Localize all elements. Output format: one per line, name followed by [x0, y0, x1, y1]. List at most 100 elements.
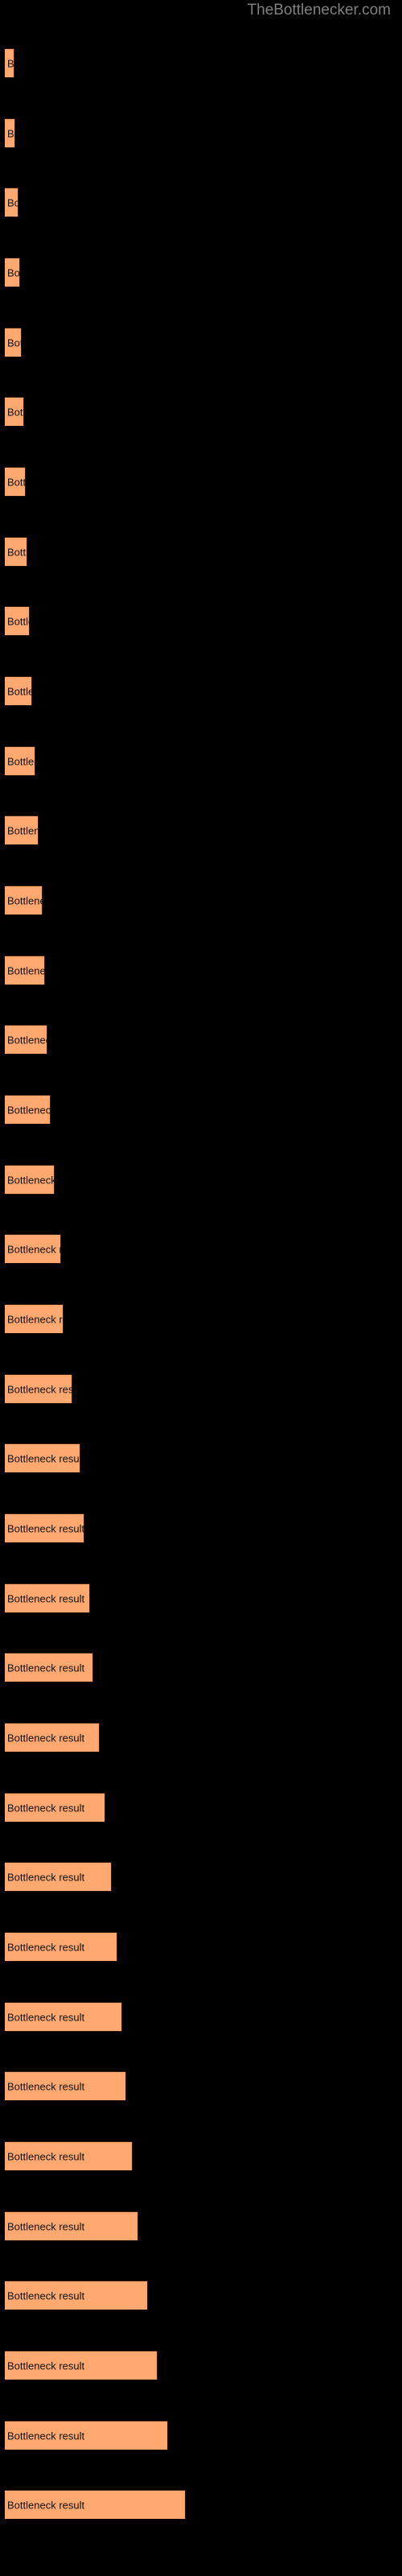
- chart-bar[interactable]: Bottleneck result: [5, 746, 35, 776]
- bar-label: Bottleneck result: [7, 1313, 64, 1325]
- chart-bar[interactable]: Bottleneck result: [5, 2071, 126, 2101]
- chart-bar[interactable]: Bottleneck result: [5, 118, 15, 148]
- bar-clip: Bottleneck result: [5, 2002, 122, 2032]
- bar-label: Bottleneck result: [7, 2080, 85, 2092]
- bar-label: Bottleneck result: [7, 1662, 85, 1674]
- bar-clip: Bottleneck result: [5, 1583, 90, 1613]
- bar-row: Bottleneck result: [0, 676, 402, 707]
- chart-bar[interactable]: Bottleneck result: [5, 1165, 55, 1195]
- bar-label: Bottleneck result: [7, 336, 22, 349]
- chart-bar[interactable]: Bottleneck result: [5, 1583, 90, 1613]
- chart-bar[interactable]: Bottleneck result: [5, 1025, 47, 1055]
- bar-clip: Bottleneck result: [5, 2281, 148, 2310]
- chart-bar[interactable]: Bottleneck result: [5, 1304, 64, 1334]
- bar-clip: Bottleneck result: [5, 2071, 126, 2101]
- chart-bar[interactable]: Bottleneck result: [5, 676, 32, 706]
- chart-bar[interactable]: Bottleneck result: [5, 2211, 138, 2241]
- bar-clip: Bottleneck result: [5, 397, 24, 427]
- chart-bar[interactable]: Bottleneck result: [5, 48, 14, 78]
- bar-row: Bottleneck result: [0, 746, 402, 777]
- bar-label: Bottleneck result: [7, 1871, 85, 1883]
- chart-bar[interactable]: Bottleneck result: [5, 328, 22, 357]
- bar-row: Bottleneck result: [0, 397, 402, 427]
- chart-bar[interactable]: Bottleneck result: [5, 2281, 148, 2310]
- bar-row: Bottleneck result: [0, 2211, 402, 2242]
- chart-bar[interactable]: Bottleneck result: [5, 2421, 168, 2450]
- bar-label: Bottleneck result: [7, 1592, 85, 1604]
- bar-row: Bottleneck result: [0, 2490, 402, 2520]
- bar-label: Bottleneck result: [7, 755, 35, 767]
- bar-clip: Bottleneck result: [5, 188, 18, 217]
- chart-bar[interactable]: Bottleneck result: [5, 1653, 93, 1682]
- bar-row: Bottleneck result: [0, 1165, 402, 1195]
- bar-row: Bottleneck result: [0, 2002, 402, 2033]
- bar-row: Bottleneck result: [0, 1443, 402, 1474]
- chart-bar[interactable]: Bottleneck result: [5, 606, 30, 636]
- bar-label: Bottleneck result: [7, 1174, 55, 1186]
- bar-label: Bottleneck result: [7, 2289, 85, 2301]
- bar-label: Bottleneck result: [7, 127, 15, 139]
- bar-label: Bottleneck result: [7, 2499, 85, 2511]
- bar-label: Bottleneck result: [7, 1802, 85, 1814]
- chart-bar[interactable]: Bottleneck result: [5, 258, 20, 287]
- bar-clip: Bottleneck result: [5, 2490, 186, 2520]
- chart-bar[interactable]: Bottleneck result: [5, 2141, 133, 2171]
- bar-clip: Bottleneck result: [5, 328, 22, 357]
- chart-bar[interactable]: Bottleneck result: [5, 2351, 158, 2380]
- chart-bar[interactable]: Bottleneck result: [5, 1234, 61, 1264]
- chart-bar[interactable]: Bottleneck result: [5, 886, 43, 915]
- chart-bar[interactable]: Bottleneck result: [5, 1932, 117, 1962]
- bar-clip: Bottleneck result: [5, 1025, 47, 1055]
- bar-clip: Bottleneck result: [5, 1165, 55, 1195]
- chart-bar[interactable]: Bottleneck result: [5, 956, 45, 985]
- bar-clip: Bottleneck result: [5, 1304, 64, 1334]
- bar-clip: Bottleneck result: [5, 2211, 138, 2241]
- bar-label: Bottleneck result: [7, 1034, 47, 1046]
- bar-clip: Bottleneck result: [5, 1443, 80, 1473]
- bar-label: Bottleneck result: [7, 1383, 72, 1395]
- chart-bar[interactable]: Bottleneck result: [5, 815, 39, 845]
- bar-row: Bottleneck result: [0, 2281, 402, 2311]
- bar-clip: Bottleneck result: [5, 956, 45, 985]
- bar-label: Bottleneck result: [7, 546, 27, 558]
- chart-bar[interactable]: Bottleneck result: [5, 397, 24, 427]
- bar-clip: Bottleneck result: [5, 258, 20, 287]
- bar-label: Bottleneck result: [7, 824, 39, 836]
- chart-bar[interactable]: Bottleneck result: [5, 1374, 72, 1404]
- bar-row: Bottleneck result: [0, 606, 402, 637]
- bar-label: Bottleneck result: [7, 1522, 84, 1534]
- bar-row: Bottleneck result: [0, 1653, 402, 1683]
- bar-label: Bottleneck result: [7, 1941, 85, 1953]
- chart-bar[interactable]: Bottleneck result: [5, 537, 27, 567]
- chart-bar[interactable]: Bottleneck result: [5, 2490, 186, 2520]
- bar-clip: Bottleneck result: [5, 676, 32, 706]
- bar-label: Bottleneck result: [7, 2220, 85, 2232]
- chart-bar[interactable]: Bottleneck result: [5, 1513, 84, 1543]
- chart-bar[interactable]: Bottleneck result: [5, 467, 26, 497]
- bar-clip: Bottleneck result: [5, 1723, 100, 1752]
- chart-bar[interactable]: Bottleneck result: [5, 1793, 105, 1823]
- bar-row: Bottleneck result: [0, 886, 402, 916]
- chart-bar[interactable]: Bottleneck result: [5, 1443, 80, 1473]
- bar-row: Bottleneck result: [0, 118, 402, 149]
- bar-label: Bottleneck result: [7, 685, 32, 697]
- chart-bar[interactable]: Bottleneck result: [5, 1095, 51, 1125]
- bar-clip: Bottleneck result: [5, 815, 39, 845]
- bar-row: Bottleneck result: [0, 2141, 402, 2172]
- chart-bar[interactable]: Bottleneck result: [5, 1862, 112, 1892]
- chart-bar[interactable]: Bottleneck result: [5, 2002, 122, 2032]
- bar-clip: Bottleneck result: [5, 2141, 133, 2171]
- bar-label: Bottleneck result: [7, 2011, 85, 2023]
- bar-label: Bottleneck result: [7, 1732, 85, 1744]
- bar-label: Bottleneck result: [7, 2359, 85, 2372]
- bar-label: Bottleneck result: [7, 57, 14, 69]
- chart-bar[interactable]: Bottleneck result: [5, 188, 18, 217]
- bar-clip: Bottleneck result: [5, 118, 15, 148]
- bar-label: Bottleneck result: [7, 266, 20, 279]
- bar-label: Bottleneck result: [7, 615, 30, 627]
- bar-label: Bottleneck result: [7, 1452, 80, 1464]
- bar-label: Bottleneck result: [7, 964, 45, 976]
- chart-bar[interactable]: Bottleneck result: [5, 1723, 100, 1752]
- bar-row: Bottleneck result: [0, 1234, 402, 1265]
- bar-clip: Bottleneck result: [5, 1653, 93, 1682]
